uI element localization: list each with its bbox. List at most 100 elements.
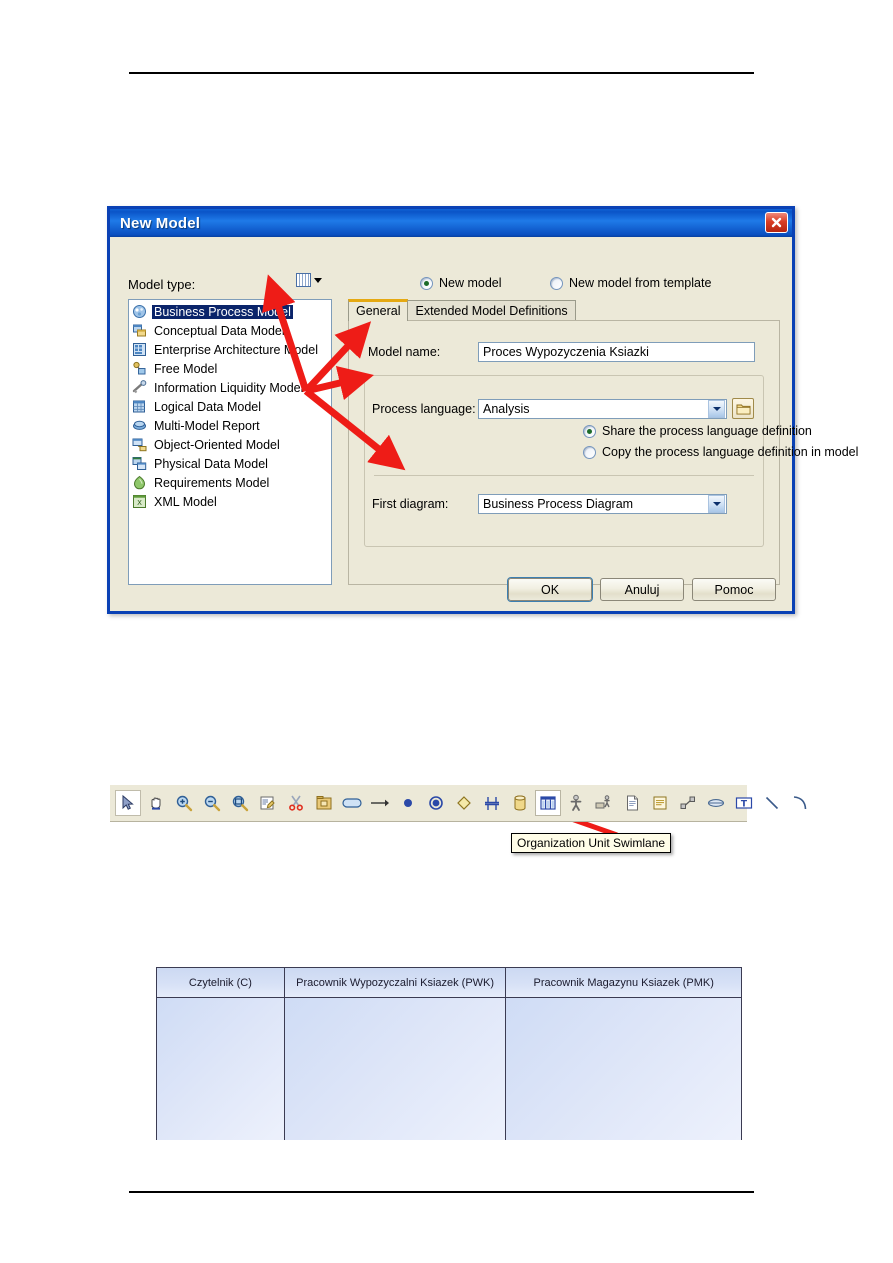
- model-type-item-logical-data-model[interactable]: Logical Data Model: [129, 397, 331, 416]
- process-language-combo[interactable]: Analysis: [478, 398, 727, 419]
- end-event-icon[interactable]: [423, 790, 449, 816]
- svg-text:X: X: [137, 499, 142, 507]
- decision-diamond-icon[interactable]: [451, 790, 477, 816]
- text-box-icon[interactable]: T: [731, 790, 757, 816]
- swimlane-lane-1[interactable]: Pracownik Wypozyczalni Ksiazek (PWK): [284, 968, 507, 1140]
- arc-icon[interactable]: [787, 790, 813, 816]
- properties-icon[interactable]: [255, 790, 281, 816]
- model-type-item-information-liquidity-model[interactable]: Information Liquidity Model: [129, 378, 331, 397]
- role-association-icon[interactable]: [591, 790, 617, 816]
- flow-arrow-icon[interactable]: [367, 790, 393, 816]
- pointer-icon[interactable]: [115, 790, 141, 816]
- model-type-label-4: Information Liquidity Model: [154, 380, 304, 395]
- radio-copy-indicator: [583, 445, 596, 459]
- tab-extended-model-definitions[interactable]: Extended Model Definitions: [407, 300, 576, 321]
- model-type-label-3: Free Model: [154, 361, 218, 376]
- radio-new-model-from-template-indicator: [550, 276, 563, 290]
- swimlane-header-0[interactable]: Czytelnik (C): [157, 968, 284, 998]
- zoom-out-icon[interactable]: [199, 790, 225, 816]
- synchronization-bar-icon[interactable]: [479, 790, 505, 816]
- help-button[interactable]: Pomoc: [692, 578, 776, 601]
- model-type-item-free-model[interactable]: Free Model: [129, 359, 331, 378]
- radio-new-model-from-template-label: New model from template: [569, 276, 712, 290]
- radio-new-model-label: New model: [439, 276, 502, 290]
- swimlane-body-0[interactable]: [157, 998, 284, 1140]
- model-type-item-conceptual-data-model[interactable]: Conceptual Data Model: [129, 321, 331, 340]
- chevron-down-icon[interactable]: [708, 495, 725, 513]
- first-diagram-row: First diagram: Business Process Diagram: [372, 494, 727, 514]
- swimlane-header-2[interactable]: Pracownik Magazynu Ksiazek (PMK): [506, 968, 741, 998]
- model-type-label-7: Object-Oriented Model: [154, 437, 280, 452]
- chevron-down-icon: [314, 277, 322, 283]
- model-type-label-0: Business Process Model: [152, 304, 293, 319]
- conceptual-data-model-icon: [132, 323, 147, 338]
- model-type-list[interactable]: Business Process Model Conceptual Data M…: [128, 299, 332, 585]
- link-icon[interactable]: [675, 790, 701, 816]
- first-diagram-combo[interactable]: Business Process Diagram: [478, 494, 727, 514]
- process-language-row: Process language: Analysis: [372, 398, 754, 419]
- first-diagram-label: First diagram:: [372, 497, 449, 511]
- organization-unit-icon[interactable]: [563, 790, 589, 816]
- package-icon[interactable]: [311, 790, 337, 816]
- model-type-item-business-process-model[interactable]: Business Process Model: [129, 302, 331, 321]
- radio-new-model-from-template[interactable]: New model from template: [550, 276, 711, 290]
- process-rounded-icon[interactable]: [339, 790, 365, 816]
- model-type-label-5: Logical Data Model: [154, 399, 262, 414]
- start-event-icon[interactable]: [395, 790, 421, 816]
- process-language-label: Process language:: [372, 401, 476, 416]
- model-type-item-enterprise-architecture-model[interactable]: Enterprise Architecture Model: [129, 340, 331, 359]
- list-view-icon[interactable]: [296, 273, 322, 287]
- new-model-dialog: New Model Model type: New model New mode…: [107, 206, 858, 614]
- swimlane-header-1[interactable]: Pracownik Wypozyczalni Ksiazek (PWK): [284, 968, 506, 998]
- radio-new-model-indicator: [420, 276, 433, 290]
- folder-icon[interactable]: [732, 398, 754, 419]
- dialog-body: Model type: New model New model from tem…: [110, 237, 858, 611]
- svg-text:T: T: [741, 799, 748, 809]
- ok-button[interactable]: OK: [508, 578, 592, 601]
- model-type-label-10: XML Model: [154, 494, 217, 509]
- model-type-item-object-oriented-model[interactable]: Object-Oriented Model: [129, 435, 331, 454]
- model-type-item-multi-model-report[interactable]: Multi-Model Report: [129, 416, 331, 435]
- swimlane-lane-0[interactable]: Czytelnik (C): [157, 968, 285, 1140]
- model-type-item-physical-data-model[interactable]: Physical Data Model: [129, 454, 331, 473]
- enterprise-architecture-model-icon: [132, 342, 147, 357]
- model-type-item-requirements-model[interactable]: Requirements Model: [129, 473, 331, 492]
- grid-glyph: [296, 273, 311, 287]
- object-oriented-model-icon: [132, 437, 147, 452]
- radio-new-model[interactable]: New model: [420, 276, 502, 290]
- process-language-value: Analysis: [483, 401, 530, 416]
- cancel-button[interactable]: Anuluj: [600, 578, 684, 601]
- swimlane-diagram[interactable]: Czytelnik (C) Pracownik Wypozyczalni Ksi…: [156, 967, 742, 1140]
- model-type-label: Model type:: [128, 277, 196, 292]
- group-divider: [374, 475, 754, 476]
- diagram-toolbar: T: [110, 785, 807, 822]
- radio-copy-process-language[interactable]: Copy the process language definition in …: [583, 445, 858, 459]
- model-name-input[interactable]: [478, 342, 755, 362]
- xml-model-icon: X: [132, 494, 147, 509]
- scissors-icon[interactable]: [283, 790, 309, 816]
- model-name-label: Model name:: [368, 345, 441, 359]
- swimlane-body-1[interactable]: [284, 998, 506, 1140]
- pan-hand-icon[interactable]: [143, 790, 169, 816]
- resource-cylinder-icon[interactable]: [507, 790, 533, 816]
- model-type-item-xml-model[interactable]: X XML Model: [129, 492, 331, 511]
- dialog-title: New Model: [120, 214, 201, 232]
- tab-general[interactable]: General: [348, 299, 409, 321]
- radio-share-process-language[interactable]: Share the process language definition: [583, 424, 812, 438]
- zoom-in-icon[interactable]: [171, 790, 197, 816]
- organization-unit-swimlane-icon[interactable]: [535, 790, 561, 816]
- zoom-fit-icon[interactable]: [227, 790, 253, 816]
- free-model-icon: [132, 361, 147, 376]
- data-store-icon[interactable]: [703, 790, 729, 816]
- multi-model-report-icon: [132, 418, 147, 433]
- business-process-model-icon: [132, 304, 147, 319]
- note-icon[interactable]: [647, 790, 673, 816]
- model-type-label-8: Physical Data Model: [154, 456, 268, 471]
- chevron-down-icon[interactable]: [708, 399, 725, 418]
- model-type-label-1: Conceptual Data Model: [154, 323, 285, 338]
- close-icon[interactable]: [765, 212, 788, 233]
- swimlane-body-2[interactable]: [506, 998, 741, 1140]
- document-icon[interactable]: [619, 790, 645, 816]
- line-icon[interactable]: [759, 790, 785, 816]
- swimlane-lane-2[interactable]: Pracownik Magazynu Ksiazek (PMK): [506, 968, 741, 1140]
